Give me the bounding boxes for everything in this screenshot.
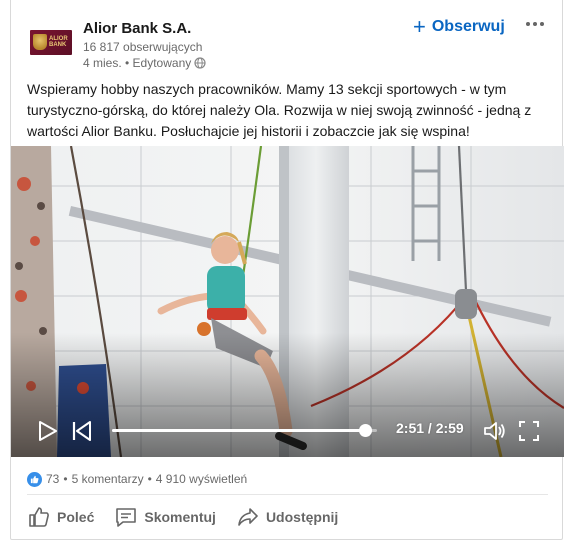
company-logo[interactable]: ALIOR BANK — [30, 30, 72, 55]
post-header: ALIOR BANK Alior Bank S.A. 16 817 obserw… — [11, 0, 562, 72]
thumbs-up-icon — [30, 475, 39, 483]
comments-count[interactable]: 5 komentarzy — [72, 472, 144, 486]
ellipsis-icon-dot — [533, 22, 537, 26]
post-meta: 4 mies. • Edytowany — [83, 56, 206, 70]
like-button[interactable]: Poleć — [17, 500, 104, 534]
like-badge-icon — [27, 471, 42, 487]
follower-count: 16 817 obserwujących — [83, 40, 203, 54]
share-label: Udostępnij — [265, 509, 339, 525]
separator: • — [63, 472, 68, 486]
more-options-button[interactable] — [521, 14, 549, 34]
thumbs-up-icon — [29, 507, 49, 527]
post-card: ALIOR BANK Alior Bank S.A. 16 817 obserw… — [10, 0, 564, 540]
social-counts: 73 • 5 komentarzy • 4 910 wyświetleń — [27, 470, 247, 488]
comment-label: Skomentuj — [144, 509, 216, 525]
ellipsis-icon-dot — [540, 22, 544, 26]
share-icon — [238, 508, 258, 526]
logo-emblem — [33, 34, 47, 50]
follow-button[interactable]: + Obserwuj — [413, 16, 505, 38]
volume-icon[interactable] — [483, 420, 507, 442]
follow-label: Obserwuj — [431, 18, 505, 35]
globe-icon — [194, 57, 206, 69]
logo-text: ALIOR BANK — [49, 36, 68, 48]
company-name-link[interactable]: Alior Bank S.A. — [83, 20, 191, 37]
action-bar: Poleć Skomentuj Udostępnij — [17, 500, 348, 534]
divider — [27, 494, 548, 495]
fullscreen-icon[interactable] — [519, 421, 539, 441]
play-icon[interactable] — [38, 420, 58, 442]
video-frame — [11, 146, 564, 457]
skip-back-icon[interactable] — [72, 420, 92, 442]
comment-button[interactable]: Skomentuj — [104, 500, 226, 534]
ellipsis-icon-dot — [526, 22, 530, 26]
video-player[interactable]: 2:51 / 2:59 — [11, 146, 564, 457]
like-label: Poleć — [57, 509, 95, 525]
plus-icon: + — [413, 14, 426, 39]
post-text: Wspieramy hobby naszych pracowników. Mam… — [27, 81, 532, 139]
share-button[interactable]: Udostępnij — [226, 500, 348, 534]
comment-icon — [116, 508, 137, 527]
separator: • — [147, 472, 152, 486]
likes-count[interactable]: 73 — [46, 472, 59, 486]
post-time: 4 mies. • Edytowany — [83, 56, 192, 70]
views-count: 4 910 wyświetleń — [155, 472, 248, 486]
